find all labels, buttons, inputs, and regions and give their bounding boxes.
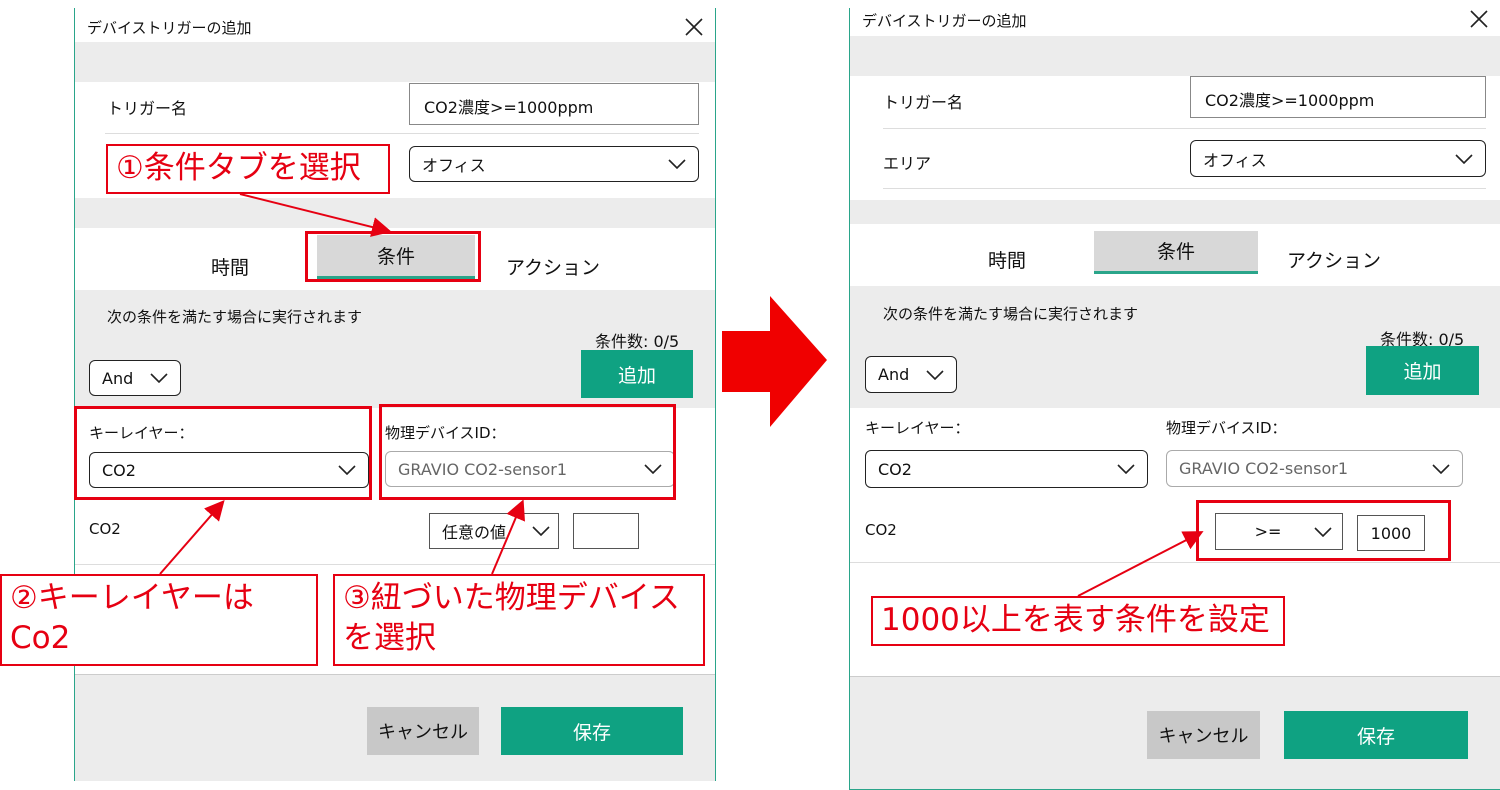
logic-select-value: And bbox=[878, 365, 910, 384]
annotation-step2: ②キーレイヤーは Co2 bbox=[0, 574, 318, 666]
chevron-down-icon bbox=[1455, 153, 1473, 164]
area-label: エリア bbox=[883, 154, 932, 173]
operator-select[interactable]: 任意の値 bbox=[429, 513, 559, 549]
title-bar: デバイストリガーの追加 bbox=[75, 8, 715, 42]
close-icon[interactable] bbox=[683, 16, 705, 38]
device-id-label: 物理デバイスID： bbox=[1166, 419, 1287, 437]
divider bbox=[105, 133, 699, 134]
annotation-step2-line1: ②キーレイヤーは bbox=[10, 580, 254, 616]
chevron-down-icon bbox=[1117, 464, 1135, 474]
spacer-band bbox=[75, 198, 715, 228]
annotation-step1: ①条件タブを選択 bbox=[106, 144, 390, 194]
cancel-button[interactable]: キャンセル bbox=[367, 707, 479, 755]
chevron-down-icon bbox=[668, 159, 686, 169]
spacer-band bbox=[850, 200, 1500, 224]
area-select[interactable]: オフィス bbox=[1190, 140, 1486, 177]
divider bbox=[850, 562, 1500, 563]
divider bbox=[883, 128, 1486, 129]
logic-select-value: And bbox=[102, 368, 134, 388]
arrow-right-icon bbox=[722, 296, 827, 427]
condition-row-label: CO2 bbox=[89, 520, 121, 538]
key-layer-select[interactable]: CO2 bbox=[865, 450, 1148, 488]
trigger-name-input[interactable]: CO2濃度>=1000ppm bbox=[409, 83, 699, 125]
add-button[interactable]: 追加 bbox=[581, 350, 693, 398]
area-select-value: オフィス bbox=[422, 156, 486, 175]
tab-action[interactable]: アクション bbox=[493, 253, 613, 280]
condition-count: 条件数: 0/5 bbox=[595, 332, 680, 351]
highlight-condition-tab bbox=[305, 231, 481, 282]
annotation-right-note: 1000以上を表す条件を設定 bbox=[871, 596, 1285, 646]
dialog-after: デバイストリガーの追加 トリガー名 CO2濃度>=1000ppm エリア オフィ… bbox=[849, 8, 1500, 790]
header-band bbox=[850, 36, 1500, 76]
logic-select[interactable]: And bbox=[89, 360, 181, 396]
key-layer-label: キーレイヤー： bbox=[865, 419, 970, 437]
header-band bbox=[75, 42, 715, 82]
annotation-step2-line2: Co2 bbox=[10, 620, 71, 656]
highlight-device-id bbox=[379, 404, 676, 500]
threshold-input[interactable] bbox=[573, 513, 639, 549]
dialog-title: デバイストリガーの追加 bbox=[862, 12, 1027, 30]
trigger-name-label: トリガー名 bbox=[107, 99, 188, 118]
chevron-down-icon bbox=[1432, 463, 1450, 474]
divider bbox=[883, 188, 1486, 189]
area-select-value: オフィス bbox=[1203, 150, 1267, 170]
trigger-name-input[interactable]: CO2濃度>=1000ppm bbox=[1190, 76, 1486, 118]
chevron-down-icon bbox=[926, 369, 944, 380]
condition-row-label: CO2 bbox=[865, 521, 897, 539]
trigger-name-label: トリガー名 bbox=[883, 93, 964, 112]
divider bbox=[75, 564, 715, 565]
operator-select-value: 任意の値 bbox=[442, 523, 507, 542]
area-select[interactable]: オフィス bbox=[409, 146, 699, 182]
chevron-down-icon bbox=[532, 526, 550, 536]
dialog-title: デバイストリガーの追加 bbox=[87, 19, 252, 37]
device-id-select[interactable]: GRAVIO CO2-sensor1 bbox=[1166, 450, 1463, 487]
title-bar: デバイストリガーの追加 bbox=[850, 8, 1500, 36]
condition-description: 次の条件を満たす場合に実行されます bbox=[107, 308, 363, 326]
annotation-step3: ③紐づいた物理デバイス を選択 bbox=[333, 574, 705, 666]
chevron-down-icon bbox=[150, 373, 168, 383]
add-button[interactable]: 追加 bbox=[1366, 346, 1479, 395]
condition-description: 次の条件を満たす場合に実行されます bbox=[883, 305, 1139, 323]
highlight-threshold bbox=[1196, 500, 1451, 561]
save-button[interactable]: 保存 bbox=[1284, 711, 1468, 759]
highlight-key-layer bbox=[74, 406, 372, 500]
annotation-step3-line2: を選択 bbox=[343, 620, 436, 656]
logic-select[interactable]: And bbox=[865, 356, 957, 393]
tab-action[interactable]: アクション bbox=[1274, 246, 1394, 273]
save-button[interactable]: 保存 bbox=[501, 707, 683, 755]
tab-time[interactable]: 時間 bbox=[962, 246, 1052, 273]
cancel-button[interactable]: キャンセル bbox=[1147, 711, 1260, 759]
tab-time[interactable]: 時間 bbox=[185, 253, 275, 280]
key-layer-select-value: CO2 bbox=[878, 459, 912, 479]
close-icon[interactable] bbox=[1468, 8, 1490, 30]
tab-condition[interactable]: 条件 bbox=[1094, 231, 1258, 274]
device-id-select-value: GRAVIO CO2-sensor1 bbox=[1179, 459, 1349, 478]
annotation-step3-line1: ③紐づいた物理デバイス bbox=[343, 580, 680, 616]
